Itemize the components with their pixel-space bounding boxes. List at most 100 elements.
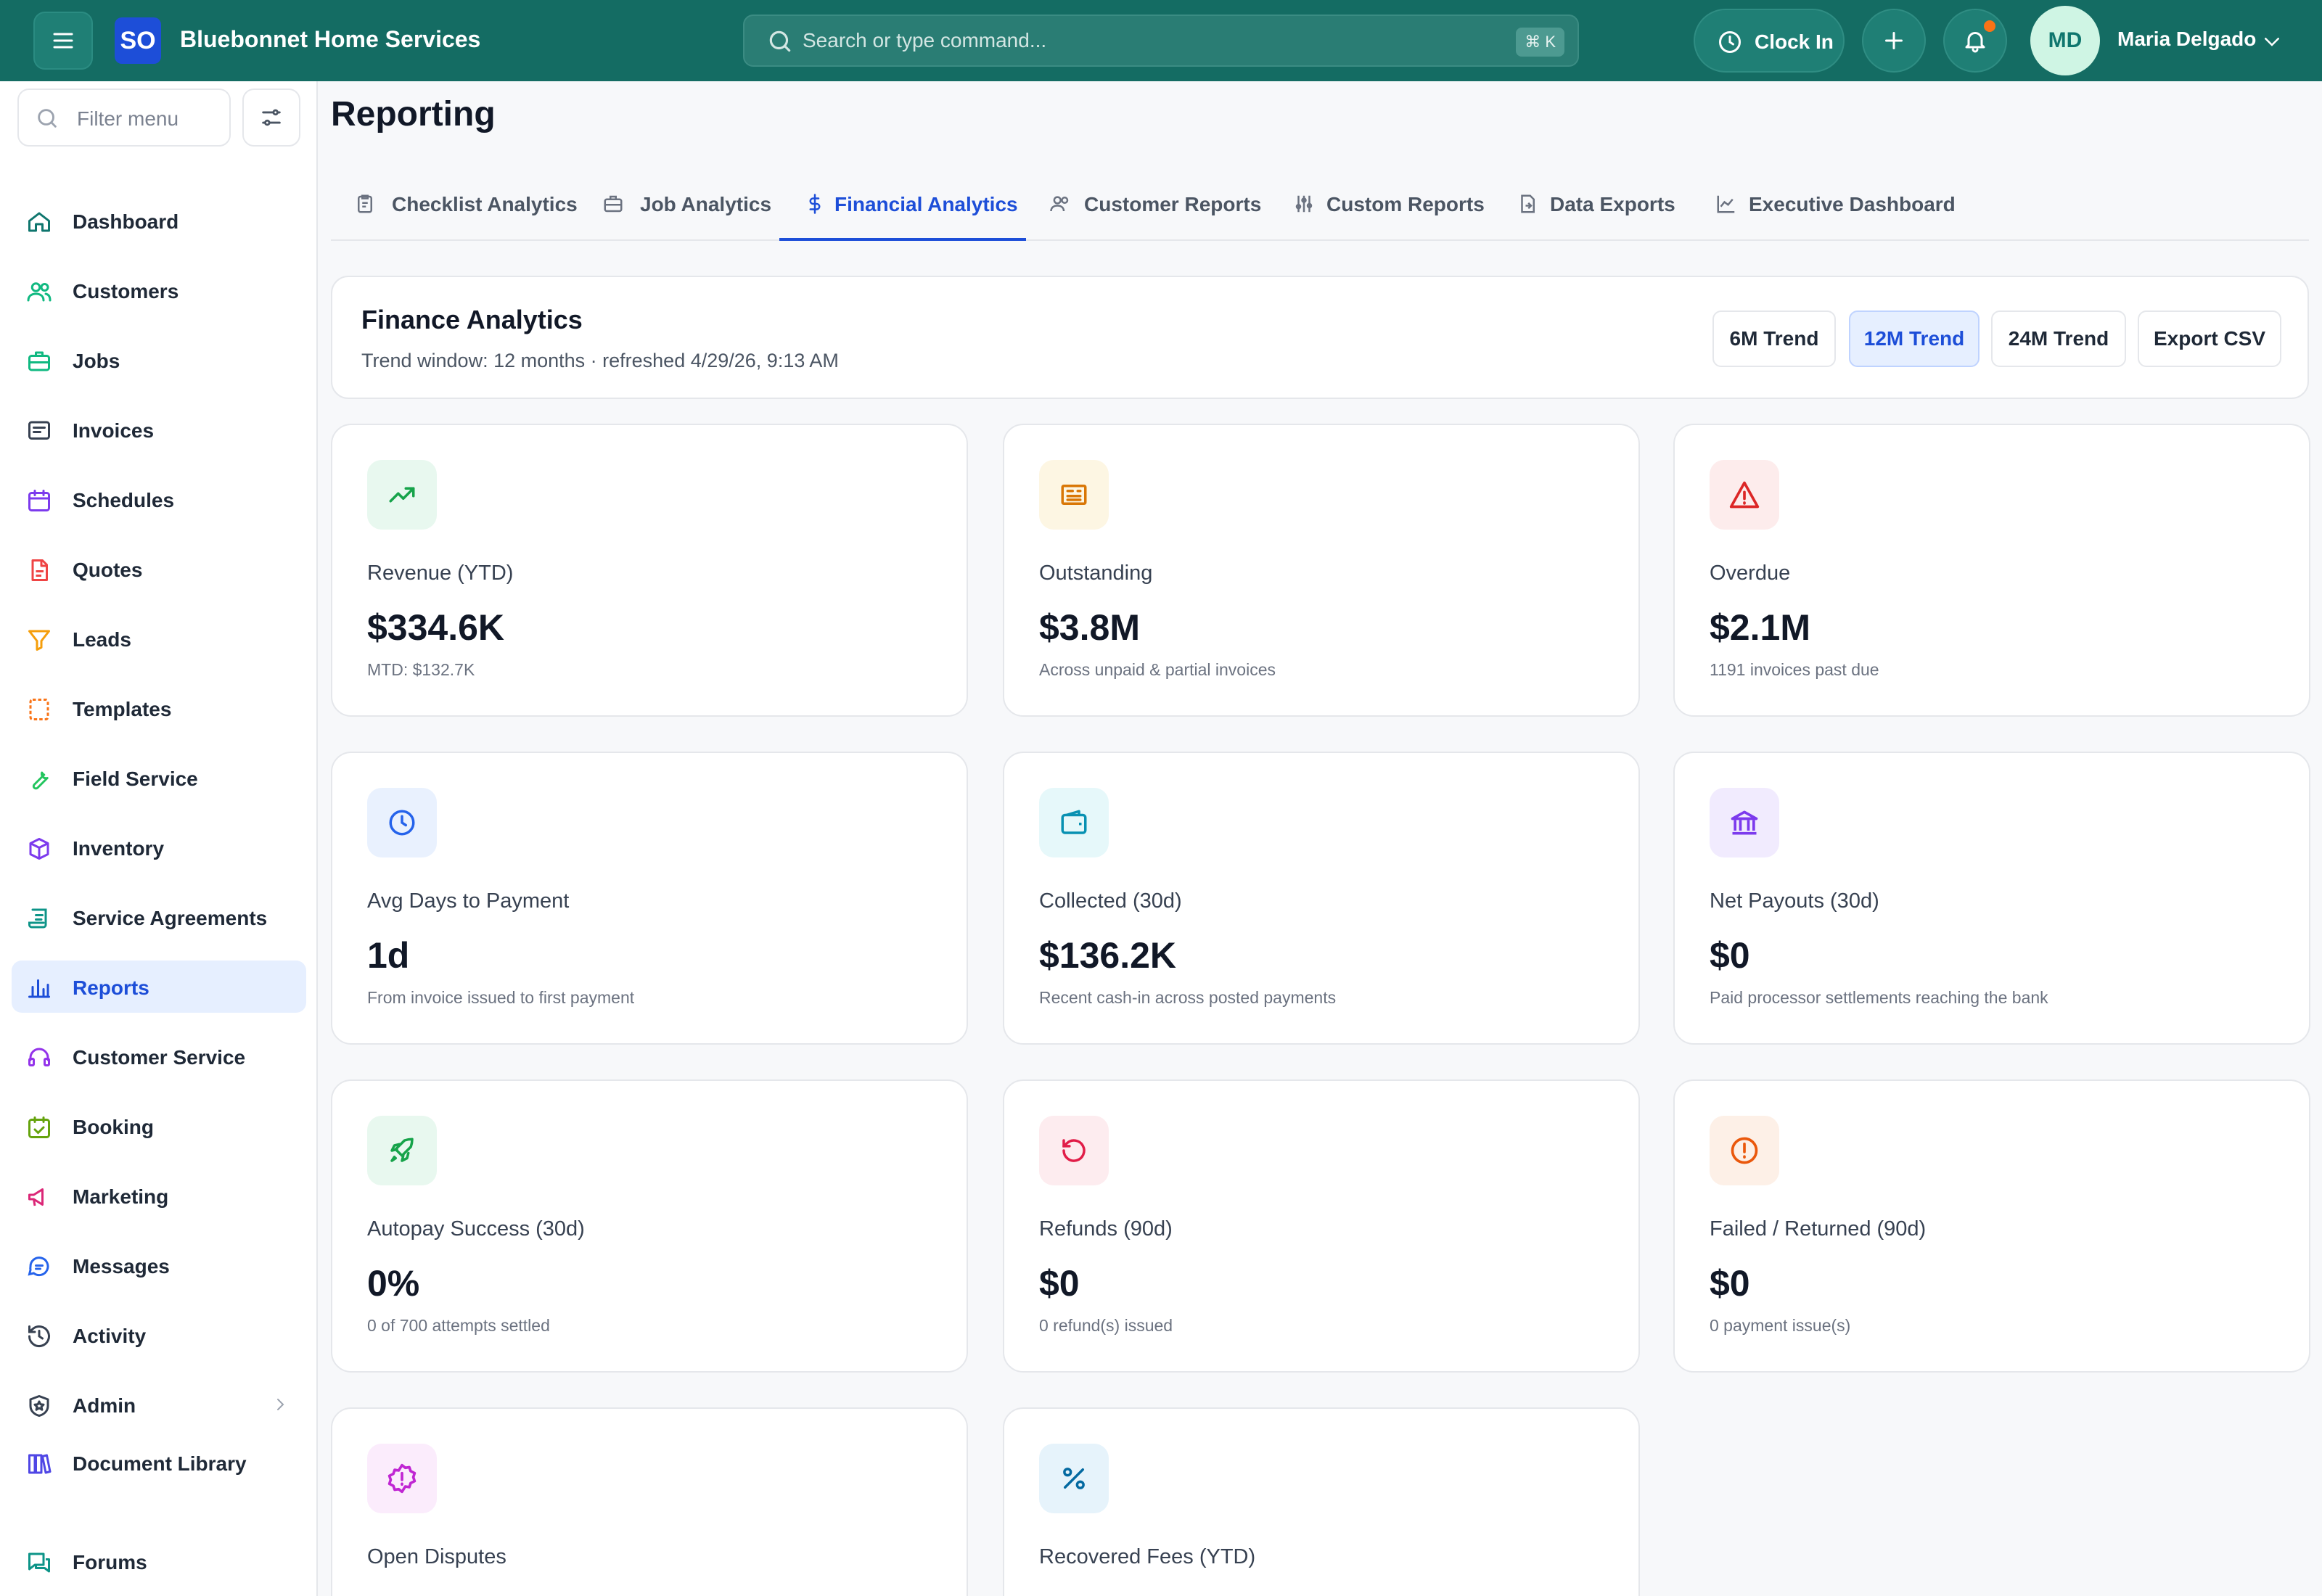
history-icon	[28, 1325, 50, 1348]
bar-chart-icon	[28, 979, 50, 998]
sidebar-item-document-library[interactable]: Document Library	[12, 1436, 306, 1489]
sidebar-item-activity[interactable]: Activity	[12, 1309, 306, 1361]
brand-name[interactable]: Bluebonnet Home Services	[180, 26, 480, 53]
trend-12m-button[interactable]: 12M Trend	[1849, 310, 1980, 367]
alert-octagon-icon	[1710, 1116, 1779, 1185]
menu-settings-button[interactable]	[242, 89, 300, 147]
sidebar-item-field-service[interactable]: Field Service	[12, 752, 306, 804]
user-name[interactable]: Maria Delgado	[2117, 28, 2256, 51]
finance-analytics-header: Finance Analytics Trend window: 12 month…	[331, 276, 2309, 399]
sidebar-item-messages[interactable]: Messages	[12, 1239, 306, 1291]
export-csv-button[interactable]: Export CSV	[2138, 310, 2281, 367]
sidebar-item-inventory[interactable]: Inventory	[12, 821, 306, 873]
alert-triangle-icon	[1710, 460, 1779, 530]
sidebar-item-label: Customer Service	[73, 1046, 246, 1069]
tab-checklist-analytics[interactable]: Checklist Analytics	[354, 174, 578, 241]
funnel-icon	[28, 630, 50, 651]
shortcut-badge: ⌘ K	[1516, 28, 1564, 57]
metric-card-revenue: Revenue (YTD) $334.6K MTD: $132.7K	[331, 424, 968, 717]
tab-job-analytics[interactable]: Job Analytics	[602, 174, 776, 241]
clock-icon	[1719, 31, 1741, 53]
metric-note: 0 refund(s) issued	[1039, 1316, 1173, 1335]
tab-customer-reports[interactable]: Customer Reports	[1049, 174, 1267, 241]
sidebar-item-reports[interactable]: Reports	[12, 961, 306, 1013]
sidebar-item-admin[interactable]: Admin	[12, 1378, 306, 1431]
sidebar-item-dashboard[interactable]: Dashboard	[12, 194, 306, 247]
sidebar-item-customer-service[interactable]: Customer Service	[12, 1030, 306, 1082]
trend-6m-button[interactable]: 6M Trend	[1712, 310, 1836, 367]
receipt-icon	[1039, 460, 1109, 530]
sidebar-item-label: Schedules	[73, 489, 175, 511]
dollar-icon	[809, 194, 821, 214]
clock-icon	[367, 788, 437, 857]
chevron-down-icon[interactable]	[2261, 30, 2283, 52]
sidebar-item-jobs[interactable]: Jobs	[12, 334, 306, 386]
badge-alert-icon	[367, 1444, 437, 1513]
sidebar-item-label: Templates	[73, 698, 172, 720]
avatar[interactable]: MD	[2030, 6, 2100, 75]
metric-label: Collected (30d)	[1039, 889, 1182, 913]
briefcase-icon	[604, 195, 623, 213]
filter-menu-input[interactable]: Filter menu	[17, 89, 231, 147]
notifications-button[interactable]	[1943, 9, 2007, 73]
metric-value: 0%	[367, 1263, 420, 1304]
tab-financial-analytics[interactable]: Financial Analytics	[779, 174, 1026, 241]
sidebar-item-leads[interactable]: Leads	[12, 612, 306, 665]
clock-in-button[interactable]: Clock In	[1694, 9, 1845, 73]
sidebar-item-forums[interactable]: Forums	[12, 1535, 306, 1587]
command-search[interactable]: Search or type command... ⌘ K	[743, 15, 1579, 67]
metric-card-recovered-fees: Recovered Fees (YTD)	[1003, 1407, 1640, 1596]
metric-label: Refunds (90d)	[1039, 1217, 1173, 1241]
create-button[interactable]	[1862, 9, 1926, 73]
app-logo[interactable]: SO	[115, 17, 161, 64]
metric-label: Outstanding	[1039, 562, 1153, 585]
tab-data-exports[interactable]: Data Exports	[1517, 174, 1698, 241]
menu-toggle-button[interactable]	[33, 12, 93, 70]
sidebar-item-invoices[interactable]: Invoices	[12, 403, 306, 456]
bell-icon	[1965, 32, 1985, 53]
sidebar-item-label: Service Agreements	[73, 907, 268, 929]
page-title: Reporting	[331, 95, 496, 133]
tab-label: Custom Reports	[1326, 193, 1485, 215]
sidebar-item-label: Activity	[73, 1325, 147, 1347]
chevron-right-icon	[277, 1399, 284, 1410]
sidebar-item-label: Customers	[73, 280, 179, 303]
metric-value: $0	[1710, 1263, 1750, 1304]
sidebar-item-customers[interactable]: Customers	[12, 264, 306, 316]
metric-label: Failed / Returned (90d)	[1710, 1217, 1927, 1241]
report-tabs: Checklist Analytics Job Analytics Financ…	[331, 174, 2309, 241]
sidebar-item-quotes[interactable]: Quotes	[12, 543, 306, 595]
metric-note: Recent cash-in across posted payments	[1039, 988, 1337, 1007]
metric-label: Overdue	[1710, 562, 1791, 585]
sidebar-item-marketing[interactable]: Marketing	[12, 1169, 306, 1222]
sidebar-item-label: Document Library	[73, 1452, 247, 1475]
metric-label: Open Disputes	[367, 1545, 506, 1568]
metric-label: Revenue (YTD)	[367, 562, 514, 585]
box-icon	[29, 838, 49, 860]
metric-value: $3.8M	[1039, 607, 1140, 648]
metric-card-open-disputes: Open Disputes	[331, 1407, 968, 1596]
metric-value: $136.2K	[1039, 935, 1177, 976]
tab-executive-dashboard[interactable]: Executive Dashboard	[1715, 174, 1962, 241]
sidebar-item-service-agreements[interactable]: Service Agreements	[12, 891, 306, 943]
tab-label: Financial Analytics	[834, 193, 1018, 215]
sidebar-item-booking[interactable]: Booking	[12, 1100, 306, 1152]
metric-note: 0 of 700 attempts settled	[367, 1316, 550, 1335]
wallet-icon	[1039, 788, 1109, 857]
headset-icon	[28, 1048, 50, 1066]
metric-card-autopay: Autopay Success (30d) 0% 0 of 700 attemp…	[331, 1079, 968, 1373]
metric-note: 0 payment issue(s)	[1710, 1316, 1851, 1335]
percent-icon	[1039, 1444, 1109, 1513]
sidebar-item-schedules[interactable]: Schedules	[12, 473, 306, 525]
shield-star-icon	[29, 1395, 49, 1417]
plus-icon	[1885, 32, 1903, 49]
scroll-icon	[28, 908, 47, 929]
trending-up-icon	[367, 460, 437, 530]
tab-custom-reports[interactable]: Custom Reports	[1293, 174, 1503, 241]
trend-24m-button[interactable]: 24M Trend	[1991, 310, 2126, 367]
filter-placeholder: Filter menu	[77, 107, 179, 130]
metric-card-outstanding: Outstanding $3.8M Across unpaid & partia…	[1003, 424, 1640, 717]
metric-value: $0	[1039, 1263, 1080, 1304]
metric-value: 1d	[367, 935, 410, 976]
sidebar-item-templates[interactable]: Templates	[12, 682, 306, 734]
